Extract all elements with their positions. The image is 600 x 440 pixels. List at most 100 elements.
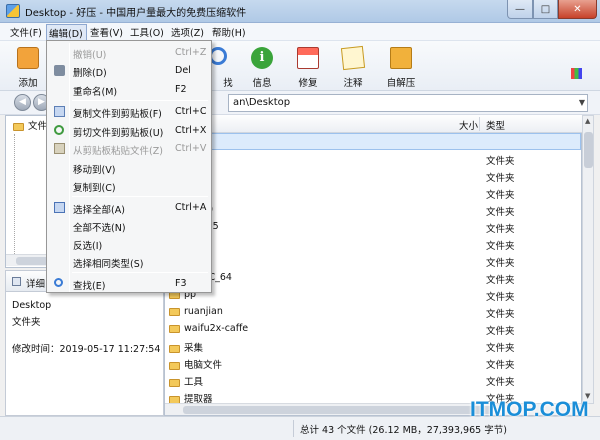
- back-button[interactable]: ◀: [14, 94, 31, 111]
- file-row[interactable]: P_2265文件夹: [165, 218, 581, 235]
- details-modified: 修改时间：2019-05-17 11:27:54: [12, 344, 161, 355]
- file-scroll-thumb[interactable]: [584, 132, 593, 168]
- file-name: 提取器: [169, 391, 213, 403]
- file-row[interactable]: per(2)文件夹: [165, 201, 581, 218]
- edit-menu-item[interactable]: 重命名(M) F2: [49, 81, 209, 99]
- path-dropdown-icon[interactable]: ▼: [579, 98, 585, 107]
- paste-icon: [54, 143, 65, 154]
- tree-root[interactable]: 文件: [5, 116, 47, 132]
- menu-separator: [72, 272, 208, 273]
- sfx-button-label: 自解压: [386, 78, 416, 89]
- file-row[interactable]: 采集 文件夹: [165, 337, 581, 354]
- menu-separator: [72, 196, 208, 197]
- file-row[interactable]: waifu2x-caffe 文件夹: [165, 320, 581, 337]
- menu-tools[interactable]: 工具(O): [130, 25, 164, 40]
- edit-menu-item[interactable]: 选择全部(A) Ctrl+A: [49, 199, 209, 217]
- close-button[interactable]: ✕: [558, 0, 597, 19]
- edit-menu-item[interactable]: 移动到(V): [49, 159, 209, 177]
- file-name: waifu2x-caffe: [169, 323, 248, 334]
- file-row[interactable]: 文件夹: [165, 150, 581, 167]
- file-type: 文件夹: [486, 309, 515, 320]
- edit-menu-dropdown: 撤销(U) Ctrl+Z 删除(D) Del 重命名(M) F2 复制文件到剪贴板(F) Ct…: [46, 40, 212, 293]
- column-type[interactable]: 类型: [486, 118, 505, 132]
- file-name-text: 电脑文件: [184, 360, 223, 371]
- menu-item-label: 撤销(U): [73, 50, 107, 61]
- edit-menu-item[interactable]: 全部不选(N): [49, 217, 209, 235]
- menu-item-label: 移动到(V): [73, 165, 116, 176]
- sfx-icon: [390, 47, 412, 69]
- file-type: 文件夹: [486, 377, 515, 388]
- menu-item-shortcut: Del: [175, 65, 191, 76]
- file-row[interactable]: 电脑文件 文件夹: [165, 354, 581, 371]
- file-type: 文件夹: [486, 156, 515, 167]
- menu-view[interactable]: 查看(V): [90, 25, 123, 40]
- column-size[interactable]: 大小: [459, 118, 478, 132]
- file-hscroll-thumb[interactable]: [183, 406, 493, 414]
- file-vertical-scrollbar[interactable]: ▲ ▼: [582, 115, 594, 404]
- repair-icon: [297, 47, 319, 69]
- file-name-text: waifu2x-caffe: [184, 323, 249, 334]
- file-type: 文件夹: [486, 173, 515, 184]
- title-bar: Desktop - 好压 - 中国用户量最大的免费压缩软件 — □ ✕: [0, 0, 600, 23]
- path-value: an\Desktop: [233, 97, 291, 108]
- file-row[interactable]: 板文件夹: [165, 184, 581, 201]
- info-button[interactable]: i 信息: [242, 45, 282, 89]
- file-type: 文件夹: [486, 292, 515, 303]
- file-name-text: ruanjian: [184, 306, 223, 317]
- file-type: 文件夹: [486, 190, 515, 201]
- folder-icon: [169, 361, 180, 370]
- copy-icon: [54, 106, 65, 117]
- file-name: ruanjian: [169, 306, 223, 317]
- edit-menu-item[interactable]: 反选(I): [49, 235, 209, 253]
- file-row[interactable]: 目录): [165, 133, 581, 151]
- menu-item-label: 复制到(C): [73, 183, 116, 194]
- file-row[interactable]: 文件夹: [165, 167, 581, 184]
- file-rows: 目录)文件夹文件夹板文件夹per(2)文件夹P_2265文件夹out文件夹文件夹…: [165, 133, 581, 403]
- scroll-up-icon[interactable]: ▲: [585, 117, 590, 125]
- edit-menu-item[interactable]: 复制文件到剪贴板(F) Ctrl+C: [49, 103, 209, 121]
- file-name: 采集: [169, 340, 203, 354]
- menu-bar: 文件(F) 编辑(D) 查看(V) 工具(O) 选项(Z) 帮助(H): [0, 23, 600, 41]
- menu-edit[interactable]: 编辑(D): [46, 24, 87, 41]
- menu-item-label: 选择相同类型(S): [73, 259, 144, 270]
- column-divider[interactable]: [479, 117, 480, 131]
- watermark: ITMOP.COM: [470, 398, 589, 421]
- minimize-button[interactable]: —: [507, 0, 533, 19]
- edit-menu-item[interactable]: 复制到(C): [49, 177, 209, 195]
- add-button[interactable]: 添加: [8, 45, 48, 89]
- menu-file[interactable]: 文件(F): [10, 25, 42, 40]
- file-type: 文件夹: [486, 224, 515, 235]
- tree-connector: [14, 134, 15, 254]
- skin-icon[interactable]: [571, 68, 582, 79]
- menu-item-shortcut: Ctrl+Z: [175, 47, 207, 58]
- menu-options[interactable]: 选项(Z): [171, 25, 204, 40]
- file-row[interactable]: 工具 文件夹: [165, 371, 581, 388]
- menu-help[interactable]: 帮助(H): [212, 25, 246, 40]
- comment-button[interactable]: 注释: [333, 45, 373, 89]
- info-button-label: 信息: [252, 78, 272, 89]
- sfx-button[interactable]: 自解压: [381, 45, 421, 89]
- file-type: 文件夹: [486, 343, 515, 354]
- file-type: 文件夹: [486, 241, 515, 252]
- edit-menu-item[interactable]: 删除(D) Del: [49, 62, 209, 80]
- file-type: 文件夹: [486, 326, 515, 337]
- maximize-button[interactable]: □: [533, 0, 558, 19]
- file-row[interactable]: hopCC_64文件夹: [165, 269, 581, 286]
- comment-icon: [340, 45, 366, 71]
- edit-menu-item[interactable]: 查找(E) F3: [49, 275, 209, 293]
- file-row[interactable]: pp 文件夹: [165, 286, 581, 303]
- file-row[interactable]: out文件夹: [165, 235, 581, 252]
- edit-menu-item[interactable]: 剪切文件到剪贴板(U) Ctrl+X: [49, 122, 209, 140]
- app-window: Desktop - 好压 - 中国用户量最大的免费压缩软件 — □ ✕ 文件(F…: [0, 0, 600, 440]
- file-row[interactable]: ruanjian 文件夹: [165, 303, 581, 320]
- folder-icon: [169, 324, 180, 333]
- menu-item-shortcut: Ctrl+C: [175, 106, 207, 117]
- select-all-icon: [54, 202, 65, 213]
- status-text: 总计 43 个文件 (26.12 MB，27,393,965 字节): [300, 425, 507, 436]
- repair-button[interactable]: 修复: [288, 45, 328, 89]
- edit-menu-item[interactable]: 选择相同类型(S): [49, 253, 209, 271]
- menu-item-label: 选择全部(A): [73, 205, 125, 216]
- path-input[interactable]: an\Desktop ▼: [228, 94, 588, 112]
- file-row[interactable]: 文件夹: [165, 252, 581, 269]
- add-archive-icon: [17, 47, 39, 69]
